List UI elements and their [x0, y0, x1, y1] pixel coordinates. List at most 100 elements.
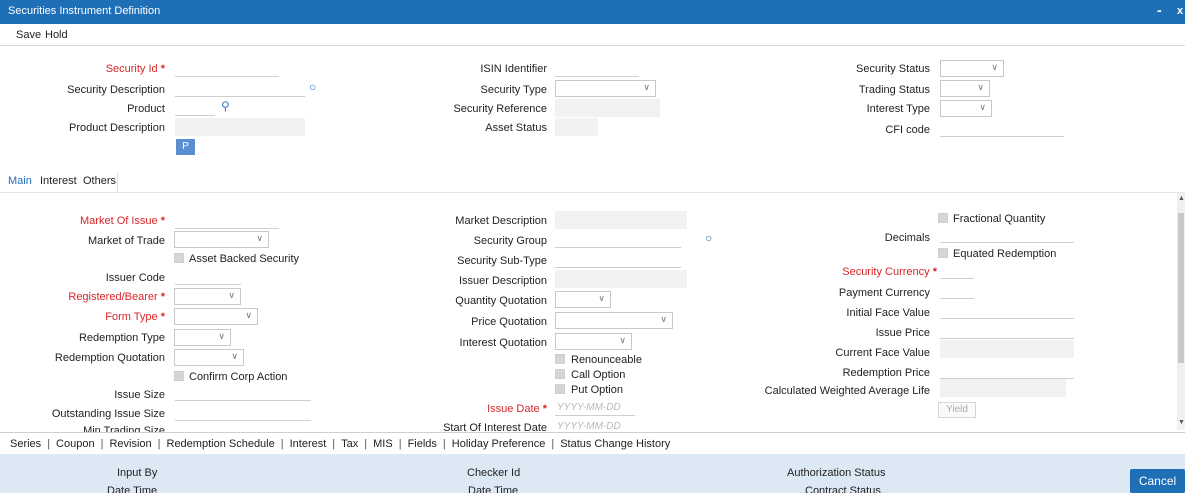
issue-date-label: Issue Date *	[487, 403, 547, 415]
issue-price-input[interactable]	[940, 324, 1074, 339]
redemption-price-input[interactable]	[940, 364, 1074, 379]
product-description-field	[175, 118, 305, 136]
scrollbar-thumb[interactable]	[1178, 213, 1184, 363]
search-icon[interactable]: ⚲	[221, 99, 230, 113]
asset-status-label: Asset Status	[485, 122, 547, 134]
chevron-down-icon: ∨	[598, 293, 605, 303]
date-time-label: Date Time	[468, 485, 519, 493]
product-input[interactable]	[175, 101, 215, 116]
redemption-quotation-label: Redemption Quotation	[54, 352, 165, 364]
chat-bubble-icon[interactable]: ○	[309, 80, 316, 94]
asset-status-field	[555, 118, 598, 136]
confirm-corp-action-checkbox[interactable]	[174, 371, 184, 381]
cfi-code-input[interactable]	[940, 122, 1064, 137]
security-group-label: Security Group	[473, 235, 547, 247]
redemption-price-label: Redemption Price	[842, 367, 930, 379]
scroll-up-icon[interactable]: ▲	[1178, 195, 1185, 202]
security-id-label: Security Id *	[105, 63, 165, 75]
outstanding-issue-size-input[interactable]	[175, 406, 311, 421]
security-reference-field	[555, 99, 660, 117]
start-of-interest-date-placeholder: YYYY-MM-DD	[557, 421, 621, 432]
calc-weighted-avg-life-label: Calculated Weighted Average Life	[764, 385, 930, 397]
fractional-quantity-checkbox[interactable]	[938, 213, 948, 223]
save-button[interactable]: Save	[16, 24, 41, 46]
cancel-button[interactable]: Cancel	[1130, 469, 1185, 493]
market-of-issue-input[interactable]	[175, 214, 279, 229]
p-button[interactable]: P	[176, 139, 195, 155]
security-description-input[interactable]	[175, 82, 305, 97]
market-of-issue-label: Market Of Issue *	[80, 215, 165, 227]
fractional-quantity-label: Fractional Quantity	[953, 213, 1046, 225]
quantity-quotation-select[interactable]: ∨	[555, 291, 611, 308]
call-option-label: Call Option	[571, 369, 626, 381]
tab-interest[interactable]: Interest	[40, 173, 77, 190]
redemption-quotation-select[interactable]: ∨	[174, 349, 244, 366]
chevron-down-icon: ∨	[228, 290, 235, 300]
date-time-clip-2: Date Time	[400, 484, 700, 493]
link-series[interactable]: Series	[10, 438, 41, 450]
issue-size-input[interactable]	[175, 386, 311, 401]
link-revision[interactable]: Revision	[109, 438, 151, 450]
registered-bearer-label: Registered/Bearer *	[68, 291, 165, 303]
interest-type-label: Interest Type	[866, 103, 930, 115]
market-of-trade-select[interactable]: ∨	[174, 231, 269, 248]
issue-date-input[interactable]: YYYY-MM-DD	[555, 401, 635, 416]
window-title-bar: Securities Instrument Definition - x	[0, 0, 1185, 24]
form-type-select[interactable]: ∨	[174, 308, 258, 325]
chevron-down-icon: ∨	[991, 62, 998, 72]
isin-identifier-input[interactable]	[555, 62, 639, 77]
link-redemption-schedule[interactable]: Redemption Schedule	[167, 438, 275, 450]
interest-type-select[interactable]: ∨	[940, 100, 992, 117]
minimize-button[interactable]: -	[1157, 0, 1162, 20]
chevron-down-icon: ∨	[256, 233, 263, 243]
initial-face-value-input[interactable]	[940, 304, 1074, 319]
issuer-code-input[interactable]	[175, 270, 241, 285]
date-time-label: Date Time	[107, 485, 158, 493]
tab-others[interactable]: Others	[83, 173, 116, 190]
date-time-clip-1: Date Time	[0, 484, 300, 493]
current-face-value-label: Current Face Value	[835, 347, 930, 359]
link-holiday-preference[interactable]: Holiday Preference	[452, 438, 546, 450]
issuer-description-label: Issuer Description	[458, 275, 547, 287]
menu-bar: Save Hold	[0, 24, 1185, 46]
start-of-interest-date-input[interactable]: YYYY-MM-DD	[557, 421, 637, 432]
yield-button[interactable]: Yield	[938, 402, 976, 418]
initial-face-value-label: Initial Face Value	[846, 307, 930, 319]
redemption-type-select[interactable]: ∨	[174, 329, 231, 346]
link-mis[interactable]: MIS	[373, 438, 393, 450]
hold-button[interactable]: Hold	[45, 24, 68, 46]
security-sub-type-label: Security Sub-Type	[457, 255, 547, 267]
link-interest[interactable]: Interest	[290, 438, 327, 450]
call-option-checkbox[interactable]	[555, 369, 565, 379]
security-reference-label: Security Reference	[453, 103, 547, 115]
scroll-down-icon[interactable]: ▼	[1178, 419, 1185, 426]
link-fields[interactable]: Fields	[408, 438, 437, 450]
close-button[interactable]: x	[1177, 0, 1183, 22]
asset-backed-security-checkbox[interactable]	[174, 253, 184, 263]
security-currency-input[interactable]	[940, 264, 974, 279]
security-type-select[interactable]: ∨	[555, 80, 656, 97]
price-quotation-label: Price Quotation	[471, 316, 547, 328]
link-coupon[interactable]: Coupon	[56, 438, 95, 450]
link-status-change-history[interactable]: Status Change History	[560, 438, 670, 450]
security-status-select[interactable]: ∨	[940, 60, 1004, 77]
payment-currency-label: Payment Currency	[838, 287, 930, 299]
equated-redemption-checkbox[interactable]	[938, 248, 948, 258]
sub-screen-links: Series | Coupon | Revision | Redemption Schedu…	[0, 432, 1185, 454]
decimals-input[interactable]	[940, 228, 1074, 243]
put-option-checkbox[interactable]	[555, 384, 565, 394]
security-id-input[interactable]	[175, 62, 279, 77]
interest-quotation-select[interactable]: ∨	[555, 333, 632, 350]
checker-id-label: Checker Id	[467, 467, 521, 479]
renounceable-checkbox[interactable]	[555, 354, 565, 364]
decimals-label: Decimals	[884, 232, 930, 244]
redemption-type-label: Redemption Type	[78, 332, 165, 344]
payment-currency-input[interactable]	[940, 284, 974, 299]
tab-main[interactable]: Main	[8, 173, 32, 190]
trading-status-select[interactable]: ∨	[940, 80, 990, 97]
product-label: Product	[127, 103, 165, 115]
vertical-scrollbar[interactable]: ▲ ▼	[1177, 193, 1185, 430]
min-trading-size-label: Min Trading Size	[83, 425, 165, 432]
registered-bearer-select[interactable]: ∨	[174, 288, 241, 305]
link-tax[interactable]: Tax	[341, 438, 358, 450]
